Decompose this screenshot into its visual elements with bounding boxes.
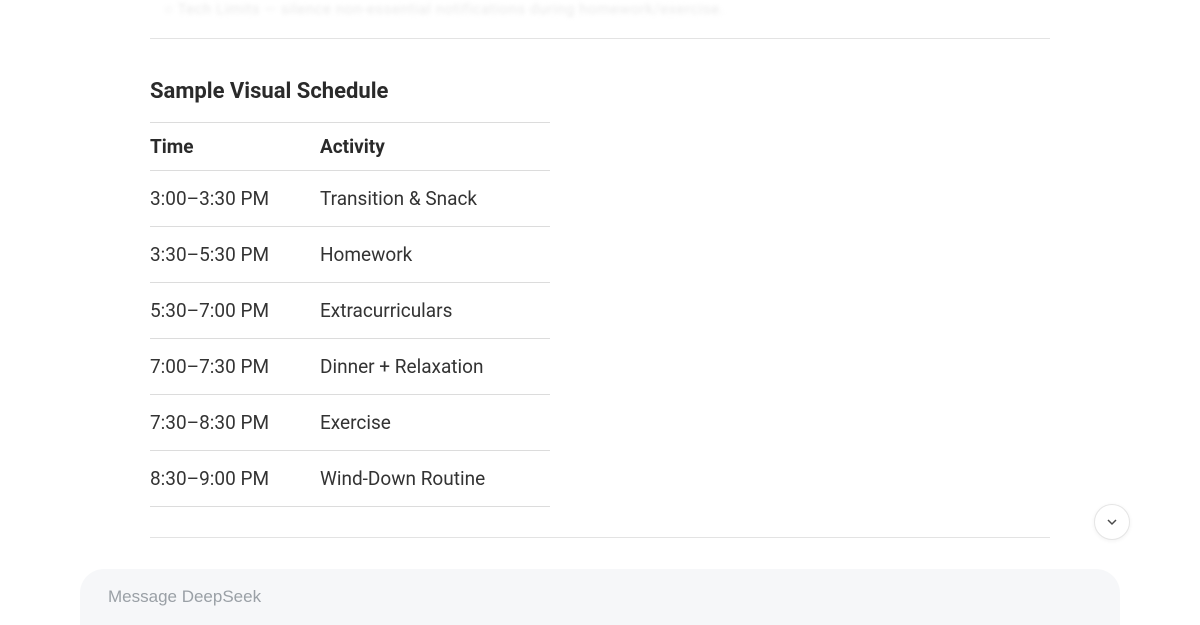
table-row: 3:00–3:30 PM Transition & Snack [150,171,550,227]
cell-activity: Transition & Snack [320,171,550,227]
cell-time: 7:00–7:30 PM [150,339,320,395]
col-header-activity: Activity [320,123,550,171]
table-row: 5:30–7:00 PM Extracurriculars [150,283,550,339]
cell-time: 8:30–9:00 PM [150,451,320,507]
section-heading: Sample Visual Schedule [150,79,1050,104]
table-row: 3:30–5:30 PM Homework [150,227,550,283]
cell-activity: Wind-Down Routine [320,451,550,507]
cell-time: 5:30–7:00 PM [150,283,320,339]
table-row: 8:30–9:00 PM Wind-Down Routine [150,451,550,507]
divider [150,537,1050,538]
table-row: 7:30–8:30 PM Exercise [150,395,550,451]
message-composer[interactable] [80,569,1120,625]
cell-activity: Extracurriculars [320,283,550,339]
cell-activity: Exercise [320,395,550,451]
col-header-time: Time [150,123,320,171]
cell-time: 3:30–5:30 PM [150,227,320,283]
chevron-down-icon [1104,514,1120,530]
previous-line-blurred: ○ Tech Limits — silence non-essential no… [150,0,1050,20]
scroll-to-bottom-button[interactable] [1094,504,1130,540]
divider [150,38,1050,39]
schedule-table: Time Activity 3:00–3:30 PM Transition & … [150,122,550,507]
cell-activity: Dinner + Relaxation [320,339,550,395]
cell-time: 7:30–8:30 PM [150,395,320,451]
cell-activity: Homework [320,227,550,283]
table-row: 7:00–7:30 PM Dinner + Relaxation [150,339,550,395]
table-header-row: Time Activity [150,123,550,171]
message-content: ○ Tech Limits — silence non-essential no… [0,0,1200,538]
message-input[interactable] [108,587,1092,607]
cell-time: 3:00–3:30 PM [150,171,320,227]
